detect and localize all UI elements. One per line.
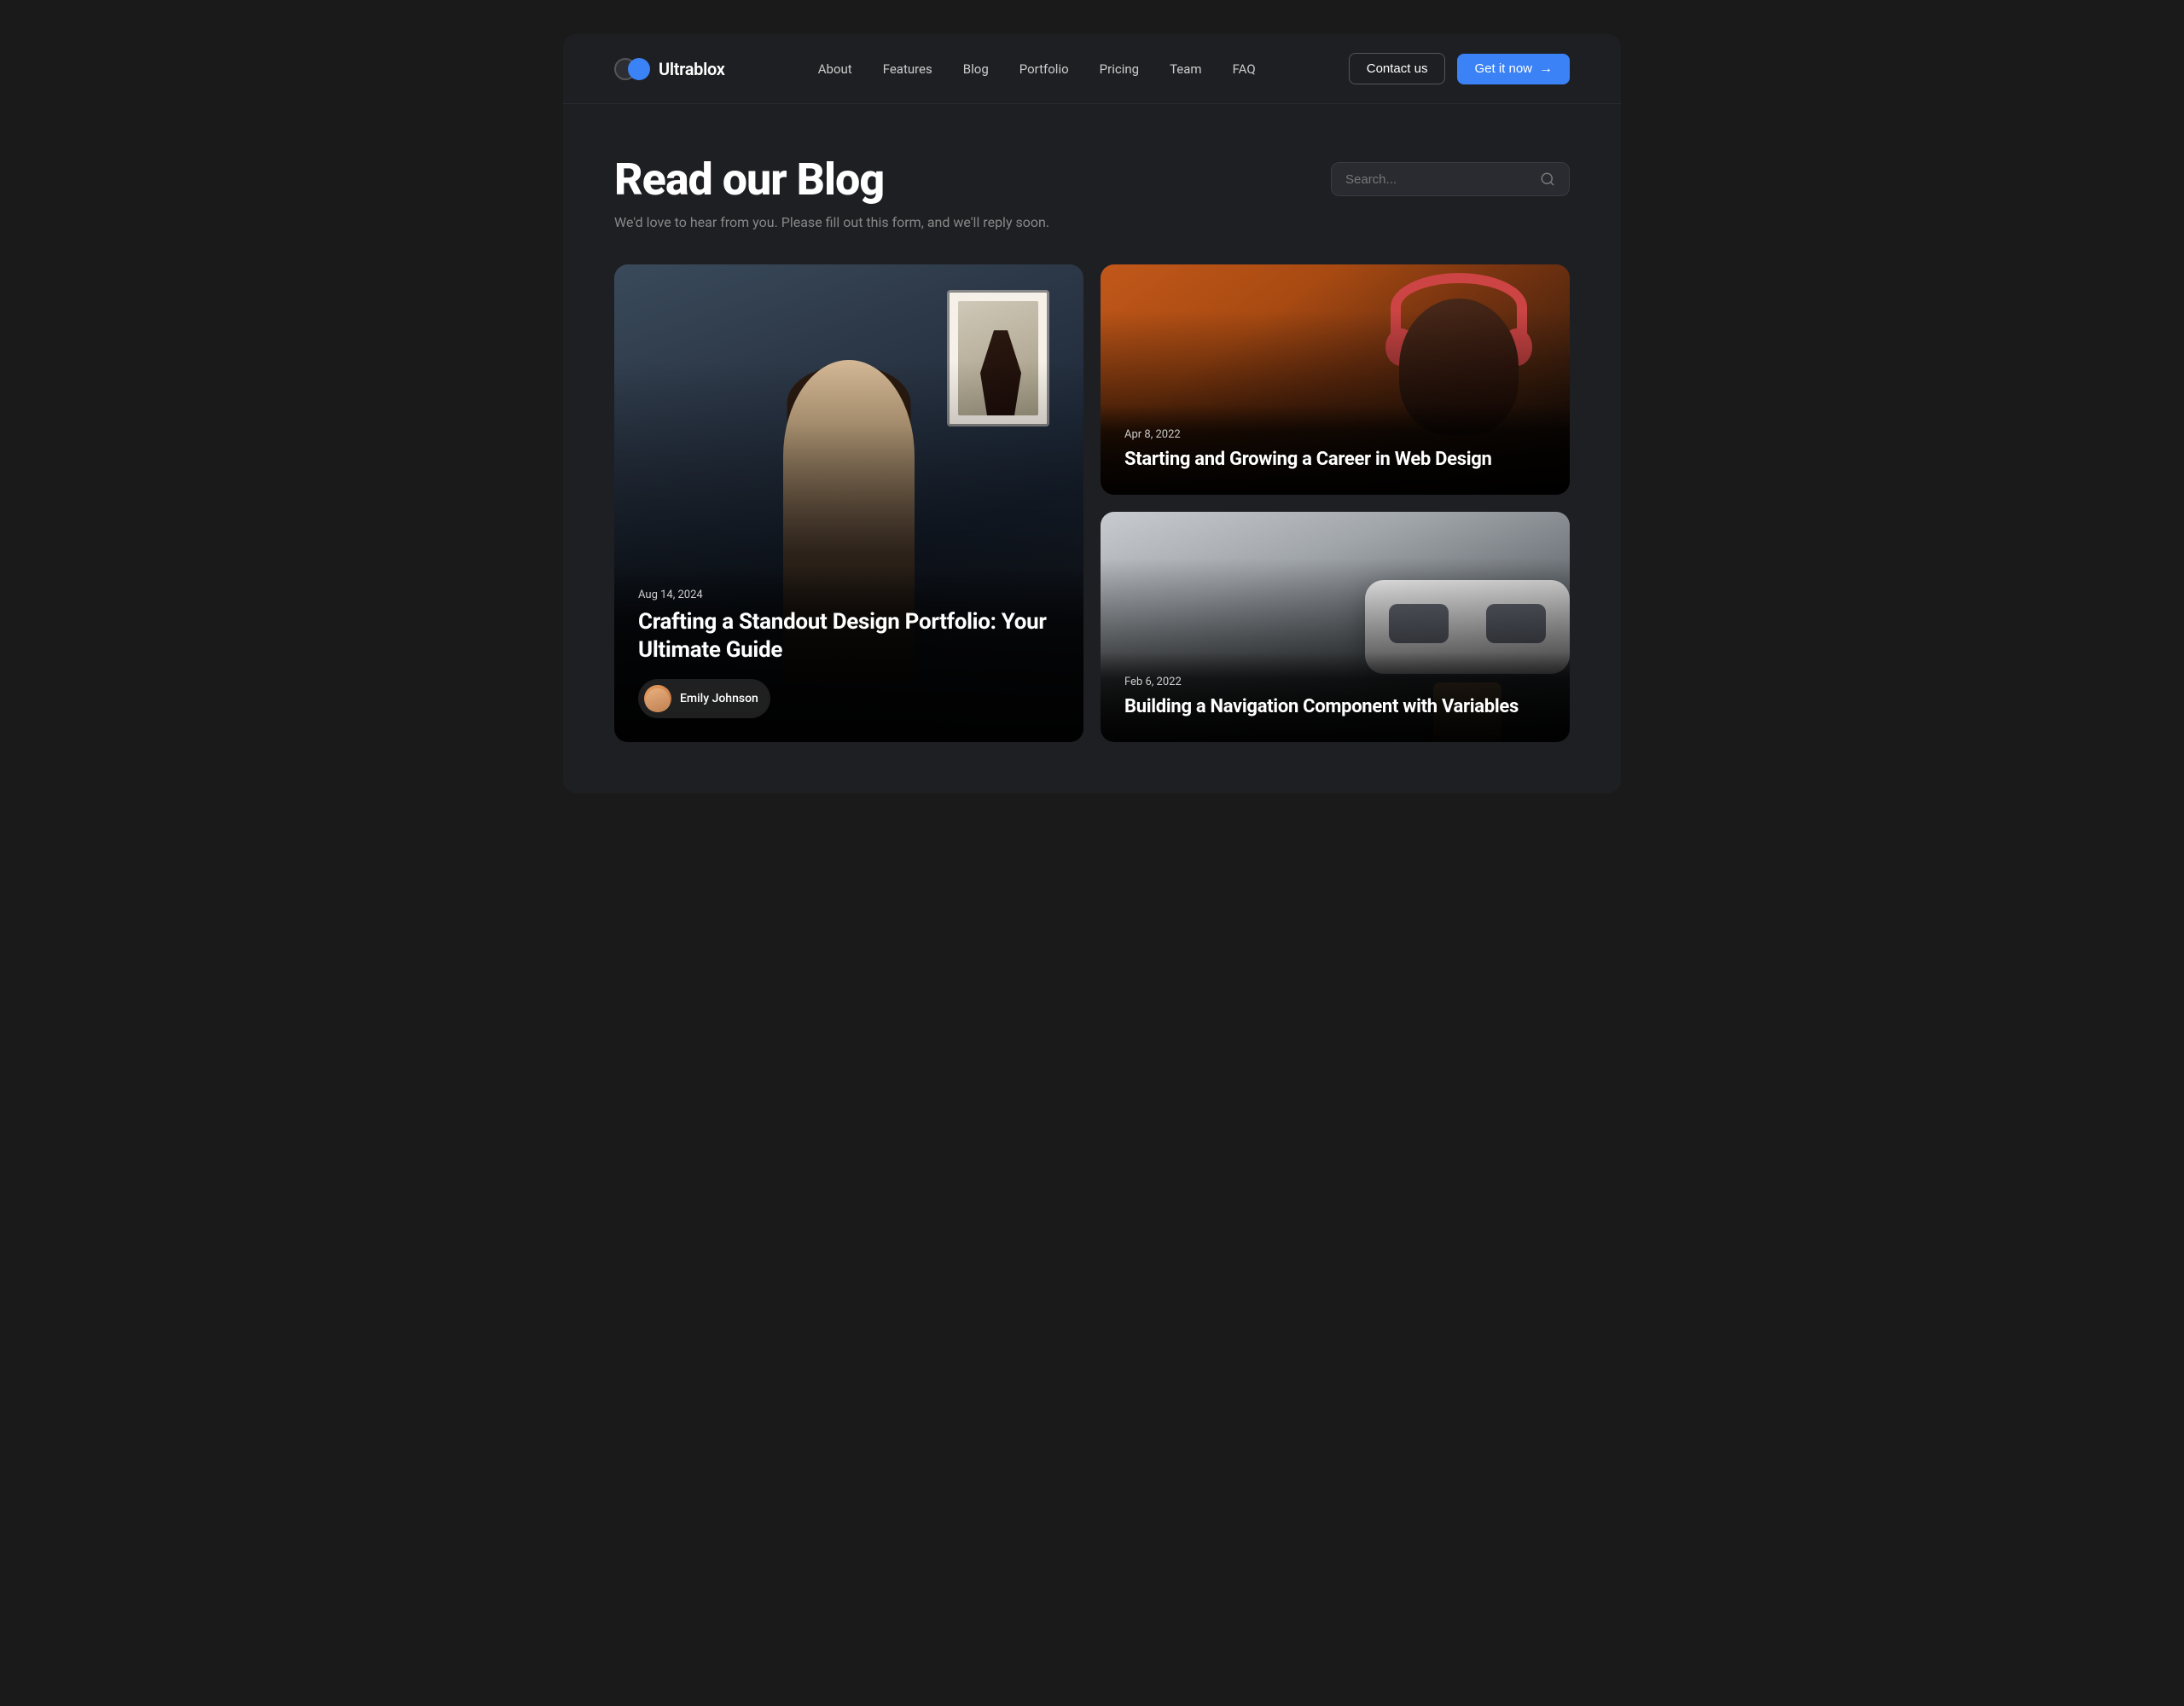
hero-subtitle: We'd love to hear from you. Please fill … — [614, 214, 1126, 230]
blog-grid: Aug 14, 2024 Crafting a Standout Design … — [563, 264, 1621, 793]
card-content-1: Aug 14, 2024 Crafting a Standout Design … — [638, 589, 1060, 718]
nav-links: About Features Blog Portfolio Pricing Te… — [818, 61, 1256, 77]
card-title-3: Building a Navigation Component with Var… — [1124, 695, 1546, 719]
nav-item-blog[interactable]: Blog — [963, 61, 989, 77]
card-date-1: Aug 14, 2024 — [638, 589, 1060, 601]
search-box — [1331, 162, 1570, 196]
nav-item-about[interactable]: About — [818, 61, 852, 77]
card-date-3: Feb 6, 2022 — [1124, 676, 1546, 688]
navbar: Ultrablox About Features Blog Portfolio … — [563, 34, 1621, 104]
nav-actions: Contact us Get it now → — [1349, 53, 1570, 84]
card-content-3: Feb 6, 2022 Building a Navigation Compon… — [1124, 676, 1546, 719]
blog-card-2[interactable]: Apr 8, 2022 Starting and Growing a Caree… — [1101, 264, 1570, 495]
card-overlay-2: Apr 8, 2022 Starting and Growing a Caree… — [1101, 404, 1570, 496]
nav-item-portfolio[interactable]: Portfolio — [1019, 61, 1069, 77]
card-title-2: Starting and Growing a Career in Web Des… — [1124, 448, 1546, 472]
nav-item-team[interactable]: Team — [1170, 61, 1202, 77]
card-overlay-3: Feb 6, 2022 Building a Navigation Compon… — [1101, 652, 1570, 743]
nav-item-pricing[interactable]: Pricing — [1100, 61, 1139, 77]
hero-section: Read our Blog We'd love to hear from you… — [563, 104, 1621, 264]
blog-card-3[interactable]: Feb 6, 2022 Building a Navigation Compon… — [1101, 512, 1570, 742]
logo-link[interactable]: Ultrablox — [614, 57, 725, 81]
cta-label: Get it now — [1474, 61, 1532, 76]
author-name: Emily Johnson — [680, 692, 758, 705]
author-avatar — [644, 685, 671, 712]
nav-item-faq[interactable]: FAQ — [1233, 61, 1256, 77]
logo-circle-blue — [628, 58, 650, 80]
card-overlay-1: Aug 14, 2024 Crafting a Standout Design … — [614, 565, 1083, 742]
search-icon — [1540, 171, 1555, 187]
author-avatar-shape — [646, 688, 670, 712]
arrow-icon: → — [1539, 61, 1553, 77]
card-title-1: Crafting a Standout Design Portfolio: Yo… — [638, 608, 1060, 664]
card-content-2: Apr 8, 2022 Starting and Growing a Caree… — [1124, 428, 1546, 472]
blog-card-1[interactable]: Aug 14, 2024 Crafting a Standout Design … — [614, 264, 1083, 742]
page-title: Read our Blog — [614, 155, 884, 204]
logo-icon — [614, 57, 650, 81]
contact-button[interactable]: Contact us — [1349, 53, 1446, 84]
brand-name: Ultrablox — [659, 59, 725, 79]
nav-item-features[interactable]: Features — [883, 61, 932, 77]
search-input[interactable] — [1345, 172, 1531, 187]
app-window: Ultrablox About Features Blog Portfolio … — [563, 34, 1621, 793]
get-it-now-button[interactable]: Get it now → — [1457, 54, 1570, 84]
card-date-2: Apr 8, 2022 — [1124, 428, 1546, 441]
author-badge: Emily Johnson — [638, 679, 770, 718]
hero-header: Read our Blog — [614, 155, 1570, 204]
